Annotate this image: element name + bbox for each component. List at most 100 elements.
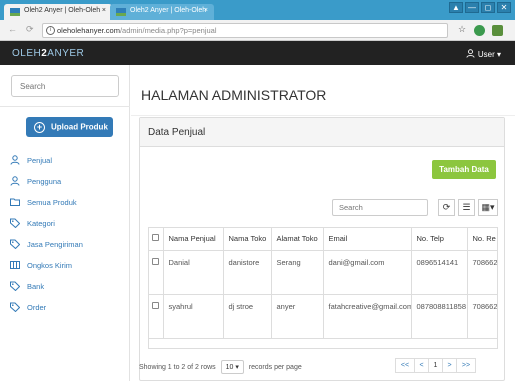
back-arrow-icon[interactable]: ← <box>8 24 17 34</box>
sidebar-item-penjual[interactable]: Penjual <box>10 155 125 167</box>
extension-icon[interactable] <box>492 25 503 36</box>
browser-tab-inactive[interactable]: Oleh2 Anyer | Oleh-Oleh × <box>110 4 214 20</box>
favicon-icon <box>10 8 20 16</box>
table-cell: 708662 <box>467 294 497 339</box>
title-divider <box>131 115 515 116</box>
brand-logo[interactable]: OLEH2ANYER <box>12 48 84 59</box>
panel-heading: Data Penjual <box>140 118 504 147</box>
browser-tab-bar: Oleh2 Anyer | Oleh-Oleh × Oleh2 Anyer | … <box>0 0 515 20</box>
url-path: /admin/media.php?p=penjual <box>119 26 217 35</box>
select-all-checkbox-cell <box>149 228 164 251</box>
table-cell: Danial <box>163 250 224 295</box>
plus-circle-icon: + <box>34 121 45 133</box>
table-cell: dj stroe <box>223 294 272 339</box>
columns-toggle-icon[interactable]: ▦▾ <box>478 199 498 216</box>
column-header[interactable]: Alamat Toko <box>271 228 324 251</box>
sidebar-item-label: Ongkos Kirim <box>27 261 73 270</box>
sidebar-item-label: Jasa Pengiriman <box>27 240 83 249</box>
pagination: << < 1 > >> <box>395 358 476 373</box>
tab-title: Oleh2 Anyer | Oleh-Oleh <box>130 7 207 14</box>
column-header[interactable]: Nama Penjual <box>163 228 224 251</box>
table-search-input[interactable] <box>332 199 428 216</box>
row-checkbox-cell <box>149 294 164 339</box>
row-checkbox[interactable] <box>152 302 159 309</box>
page-title: HALAMAN ADMINISTRATOR <box>141 87 327 103</box>
table-cell: anyer <box>271 294 324 339</box>
sidebar-item-ongkos-kirim[interactable]: Ongkos Kirim <box>10 260 125 272</box>
table-row[interactable]: syahrul dj stroe anyer fatahcreative@gma… <box>149 294 497 339</box>
user-menu-label: User ▾ <box>477 50 501 59</box>
table-cell: 0896514141 <box>411 250 468 295</box>
table-cell: 087808811858 <box>411 294 468 339</box>
sidebar-item-jasa-pengiriman[interactable]: Jasa Pengiriman <box>10 239 125 251</box>
sidebar-item-semua-produk[interactable]: Semua Produk <box>10 197 125 209</box>
sidebar-item-label: Bank <box>27 282 45 291</box>
user-icon <box>466 49 475 58</box>
sidebar: + Upload Produk Penjual Pengguna Semua Pr… <box>0 65 130 381</box>
current-page-button[interactable]: 1 <box>428 358 443 373</box>
tag-icon <box>10 302 20 312</box>
user-icon <box>10 155 20 165</box>
table-cell: syahrul <box>163 294 224 339</box>
showing-text: Showing 1 to 2 of 2 rows <box>139 364 216 371</box>
tambah-data-button[interactable]: Tambah Data <box>432 160 496 179</box>
column-header[interactable]: Nama Toko <box>223 228 272 251</box>
column-header[interactable]: No. Re <box>467 228 497 251</box>
table-cell: dani@gmail.com <box>323 250 412 295</box>
prev-page-button[interactable]: < <box>414 358 429 373</box>
data-table: Nama Penjual Nama Toko Alamat Toko Email… <box>148 227 498 349</box>
url-field[interactable]: i oleholehanyer.com/admin/media.php?p=pe… <box>42 23 448 38</box>
toggle-view-icon[interactable]: ☰ <box>458 199 475 216</box>
table-cell: fatahcreative@gmail.com <box>323 294 412 339</box>
upload-produk-button[interactable]: + Upload Produk <box>26 117 113 137</box>
url-host: oleholehanyer.com <box>57 26 120 35</box>
star-icon[interactable]: ☆ <box>458 24 466 35</box>
last-page-button[interactable]: >> <box>456 358 476 373</box>
user-icon <box>10 176 20 186</box>
sidebar-item-label: Penjual <box>27 156 53 165</box>
column-header[interactable]: No. Telp <box>411 228 468 251</box>
sidebar-item-kategori[interactable]: Kategori <box>10 218 125 230</box>
window-minimize-button[interactable]: — <box>465 2 479 13</box>
tab-close-icon[interactable]: × <box>204 7 208 14</box>
upload-produk-label: Upload Produk <box>51 122 108 132</box>
tab-close-icon[interactable]: × <box>102 7 106 14</box>
sidebar-item-bank[interactable]: Bank <box>10 281 125 293</box>
sidebar-search-input[interactable] <box>11 75 119 97</box>
window-close-button[interactable]: ✕ <box>497 2 511 13</box>
tag-icon <box>10 218 20 228</box>
sidebar-item-order[interactable]: Order <box>10 302 125 314</box>
window-maximize-button[interactable]: ◻ <box>481 2 495 13</box>
table-header-row: Nama Penjual Nama Toko Alamat Toko Email… <box>149 228 497 251</box>
select-all-checkbox[interactable] <box>152 234 159 241</box>
table-row[interactable]: Danial danistore Serang dani@gmail.com 0… <box>149 250 497 295</box>
first-page-button[interactable]: << <box>395 358 415 373</box>
extension-icon[interactable] <box>474 25 485 36</box>
table-cell: Serang <box>271 250 324 295</box>
browser-tab-active[interactable]: Oleh2 Anyer | Oleh-Oleh × <box>4 4 112 20</box>
tag-icon <box>10 239 20 249</box>
panel-title: Data Penjual <box>148 127 206 138</box>
window-controls: ▲ — ◻ ✕ <box>449 2 511 13</box>
tab-title: Oleh2 Anyer | Oleh-Oleh <box>24 7 101 14</box>
app-navbar: OLEH2ANYER User ▾ <box>0 41 515 65</box>
next-page-button[interactable]: > <box>442 358 457 373</box>
table-cell: 708662 <box>467 250 497 295</box>
row-checkbox[interactable] <box>152 258 159 265</box>
sidebar-item-pengguna[interactable]: Pengguna <box>10 176 125 188</box>
folder-icon <box>10 198 20 206</box>
info-icon[interactable]: i <box>46 26 55 35</box>
refresh-icon[interactable]: ⟳ <box>438 199 455 216</box>
page-size-dropdown[interactable]: 10 ▾ <box>220 360 244 374</box>
user-menu[interactable]: User ▾ <box>466 49 501 59</box>
window-user-button[interactable]: ▲ <box>449 2 463 13</box>
reload-icon[interactable]: ⟳ <box>26 24 34 35</box>
pagination-info: Showing 1 to 2 of 2 rows 10 ▾ records pe… <box>139 360 302 374</box>
sidebar-search-area <box>0 65 130 107</box>
sidebar-item-label: Pengguna <box>27 177 62 186</box>
row-checkbox-cell <box>149 250 164 295</box>
column-header[interactable]: Email <box>323 228 412 251</box>
columns-icon <box>10 261 20 269</box>
sidebar-item-label: Kategori <box>27 219 55 228</box>
data-panel: Data Penjual Tambah Data ⟳ ☰ ▦▾ Nama Pen… <box>139 117 505 381</box>
